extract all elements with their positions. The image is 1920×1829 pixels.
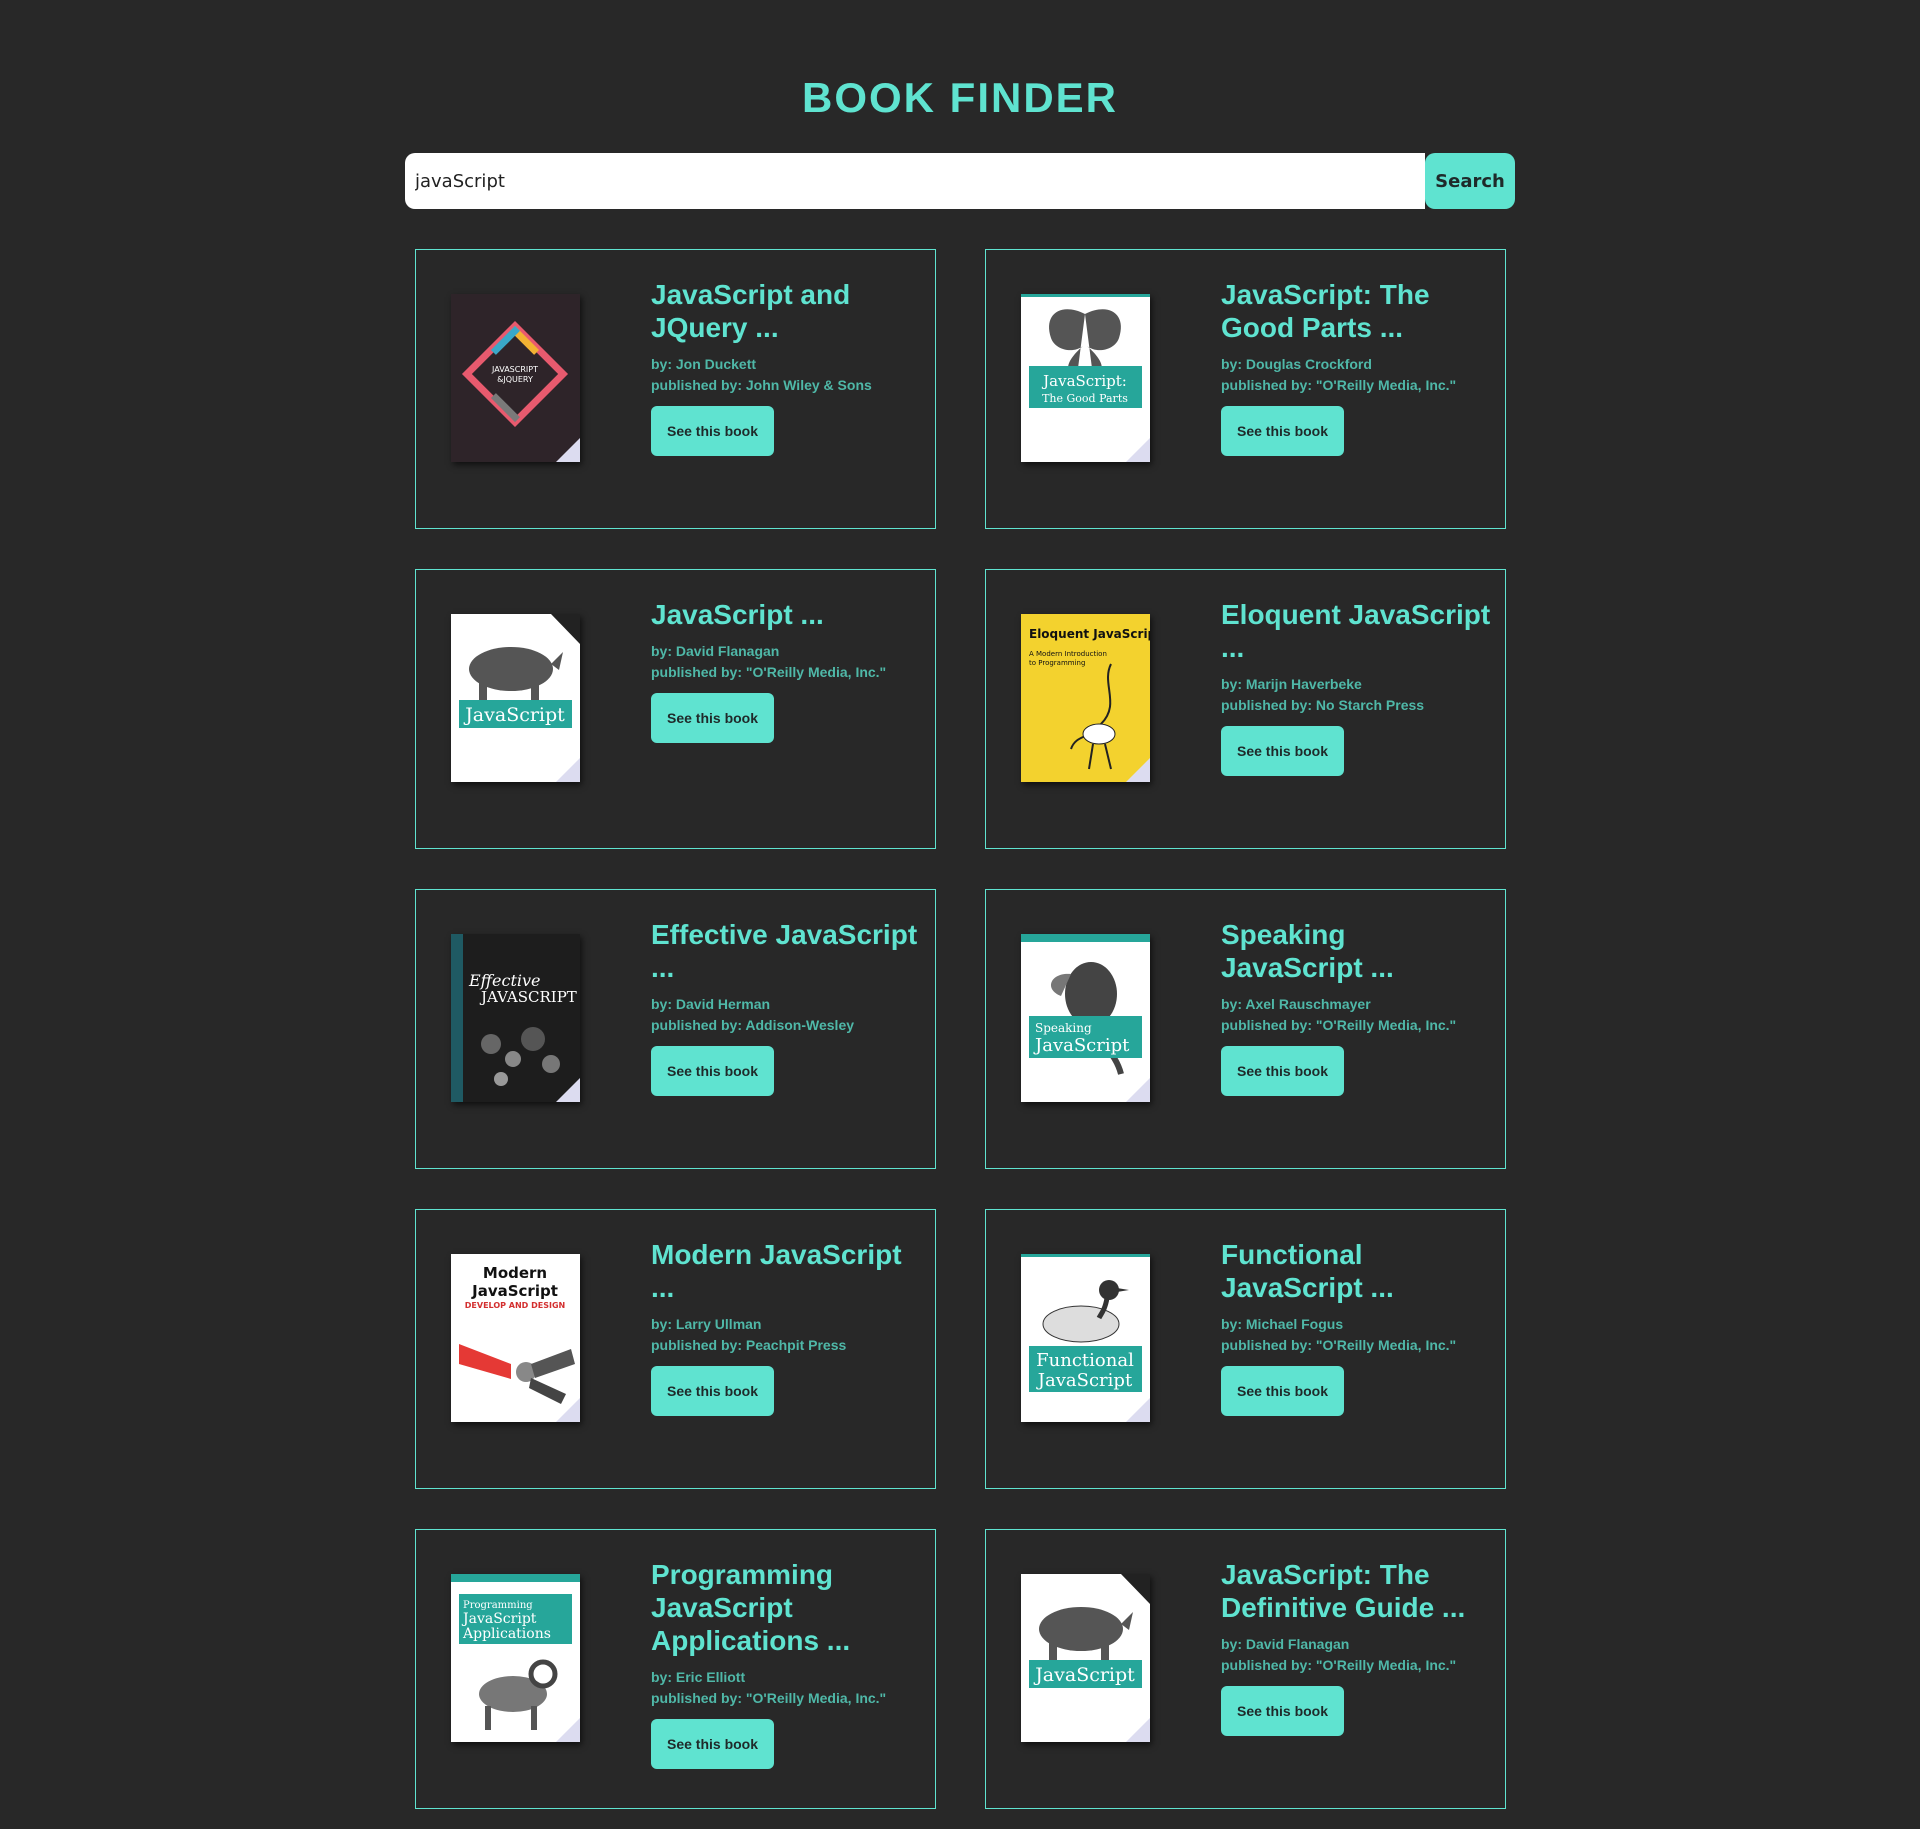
book-publisher: published by: Addison-Wesley [651, 1017, 855, 1033]
svg-text:to Programming: to Programming [1029, 659, 1085, 667]
book-author: by: Jon Duckett [651, 356, 757, 372]
svg-text:Eloquent JavaScript: Eloquent JavaScript [1029, 627, 1150, 641]
book-card: Functional JavaScript Functional JavaScr… [985, 1209, 1506, 1489]
rhino-cover-icon: JavaScript [1021, 1574, 1150, 1742]
book-author: by: David Herman [651, 996, 771, 1012]
see-book-button[interactable]: See this book [1221, 1366, 1345, 1416]
svg-text:JavaScript: JavaScript [461, 1611, 537, 1627]
book-author: by: David Flanagan [651, 643, 780, 659]
book-publisher: published by: "O'Reilly Media, Inc." [1221, 1337, 1457, 1353]
see-book-button[interactable]: See this book [651, 693, 775, 743]
see-book-button[interactable]: See this book [651, 1366, 775, 1416]
book-author: by: Marijn Haverbeke [1221, 676, 1362, 692]
svg-text:&JQUERY: &JQUERY [497, 375, 533, 384]
search-bar: Search [405, 153, 1515, 209]
rhino-cover-icon: JavaScript [451, 614, 580, 782]
see-book-button[interactable]: See this book [651, 406, 775, 456]
book-author: by: Eric Elliott [651, 1669, 746, 1685]
book-card: JavaScript JavaScript: The Definitive Gu… [985, 1529, 1506, 1809]
see-book-button[interactable]: See this book [1221, 1686, 1345, 1736]
svg-text:JavaScript: JavaScript [1033, 1035, 1130, 1056]
search-button[interactable]: Search [1425, 153, 1515, 209]
page-title: BOOK FINDER [802, 74, 1118, 121]
see-book-button[interactable]: See this book [651, 1046, 775, 1096]
see-book-button[interactable]: See this book [651, 1719, 775, 1769]
book-publisher: published by: "O'Reilly Media, Inc." [1221, 377, 1457, 393]
book-publisher: published by: "O'Reilly Media, Inc." [651, 664, 887, 680]
book-publisher: published by: "O'Reilly Media, Inc." [1221, 1657, 1457, 1673]
book-title[interactable]: Programming JavaScript Applications ... [651, 1558, 921, 1657]
book-card: JAVASCRIPT &JQUERY JavaScript and JQuery… [415, 249, 936, 529]
book-finder-page: BOOK FINDER Search JAVASCRIPT &JQUERY [0, 0, 1920, 1829]
book-title[interactable]: Eloquent JavaScript ... [1221, 598, 1491, 664]
svg-text:JAVASCRIPT: JAVASCRIPT [491, 365, 538, 374]
book-title[interactable]: JavaScript and JQuery ... [651, 278, 921, 344]
see-book-button[interactable]: See this book [1221, 1046, 1345, 1096]
hornbill-cover-icon: Speaking JavaScript [1021, 934, 1150, 1102]
svg-text:A Modern Introduction: A Modern Introduction [1029, 650, 1107, 658]
svg-text:Applications: Applications [462, 1626, 551, 1642]
book-card: Programming JavaScript Applications Prog… [415, 1529, 936, 1809]
book-title[interactable]: JavaScript: The Definitive Guide ... [1221, 1558, 1491, 1624]
see-book-button[interactable]: See this book [1221, 406, 1345, 456]
svg-text:Speaking: Speaking [1035, 1021, 1092, 1035]
effective-cover-icon: Effective JAVASCRIPT [451, 934, 580, 1102]
book-publisher: published by: "O'Reilly Media, Inc." [651, 1690, 887, 1706]
book-title[interactable]: JavaScript: The Good Parts ... [1221, 278, 1491, 344]
search-input[interactable] [405, 153, 1425, 209]
bird-cover-icon: Functional JavaScript [1021, 1254, 1150, 1422]
book-author: by: Michael Fogus [1221, 1316, 1344, 1332]
svg-text:JavaScript: JavaScript [1033, 1664, 1135, 1686]
js-jquery-cover-icon: JAVASCRIPT &JQUERY [451, 294, 580, 462]
see-book-button[interactable]: See this book [1221, 726, 1345, 776]
book-publisher: published by: Peachpit Press [651, 1337, 847, 1353]
svg-text:JavaScript: JavaScript [471, 1282, 558, 1300]
svg-text:JavaScript: JavaScript [463, 704, 565, 726]
svg-text:JAVASCRIPT: JAVASCRIPT [479, 988, 577, 1006]
book-title[interactable]: Effective JavaScript ... [651, 918, 921, 984]
book-author: by: Larry Ullman [651, 1316, 762, 1332]
svg-text:Functional: Functional [1036, 1350, 1134, 1371]
book-card: Modern JavaScript DEVELOP AND DESIGN Mod… [415, 1209, 936, 1489]
svg-text:JavaScript: JavaScript [1036, 1370, 1133, 1391]
book-title[interactable]: Functional JavaScript ... [1221, 1238, 1491, 1304]
book-publisher: published by: No Starch Press [1221, 697, 1425, 713]
book-author: by: Douglas Crockford [1221, 356, 1372, 372]
svg-text:Modern: Modern [483, 1264, 547, 1282]
svg-text:Programming: Programming [463, 1600, 533, 1611]
svg-text:DEVELOP AND DESIGN: DEVELOP AND DESIGN [465, 1301, 565, 1310]
book-card: Speaking JavaScript Speaking JavaScript … [985, 889, 1506, 1169]
book-publisher: published by: "O'Reilly Media, Inc." [1221, 1017, 1457, 1033]
ram-cover-icon: Programming JavaScript Applications [451, 1574, 580, 1742]
book-card: JavaScript: The Good Parts JavaScript: T… [985, 249, 1506, 529]
book-title[interactable]: JavaScript ... [651, 598, 921, 631]
book-publisher: published by: John Wiley & Sons [651, 377, 872, 393]
book-card: Eloquent JavaScript A Modern Introductio… [985, 569, 1506, 849]
book-author: by: David Flanagan [1221, 1636, 1350, 1652]
book-title[interactable]: Speaking JavaScript ... [1221, 918, 1491, 984]
book-title[interactable]: Modern JavaScript ... [651, 1238, 921, 1304]
svg-text:The Good Parts: The Good Parts [1042, 392, 1128, 405]
results-grid: JAVASCRIPT &JQUERY JavaScript and JQuery… [415, 249, 1506, 1809]
pliers-cover-icon: Modern JavaScript DEVELOP AND DESIGN [451, 1254, 580, 1422]
book-card: JavaScript JavaScript ... by: David Flan… [415, 569, 936, 849]
book-card: Effective JAVASCRIPT Effective JavaScrip… [415, 889, 936, 1169]
eloquent-cover-icon: Eloquent JavaScript A Modern Introductio… [1021, 614, 1150, 782]
butterfly-cover-icon: JavaScript: The Good Parts [1021, 294, 1150, 462]
svg-text:JavaScript:: JavaScript: [1041, 372, 1127, 390]
book-author: by: Axel Rauschmayer [1221, 996, 1371, 1012]
